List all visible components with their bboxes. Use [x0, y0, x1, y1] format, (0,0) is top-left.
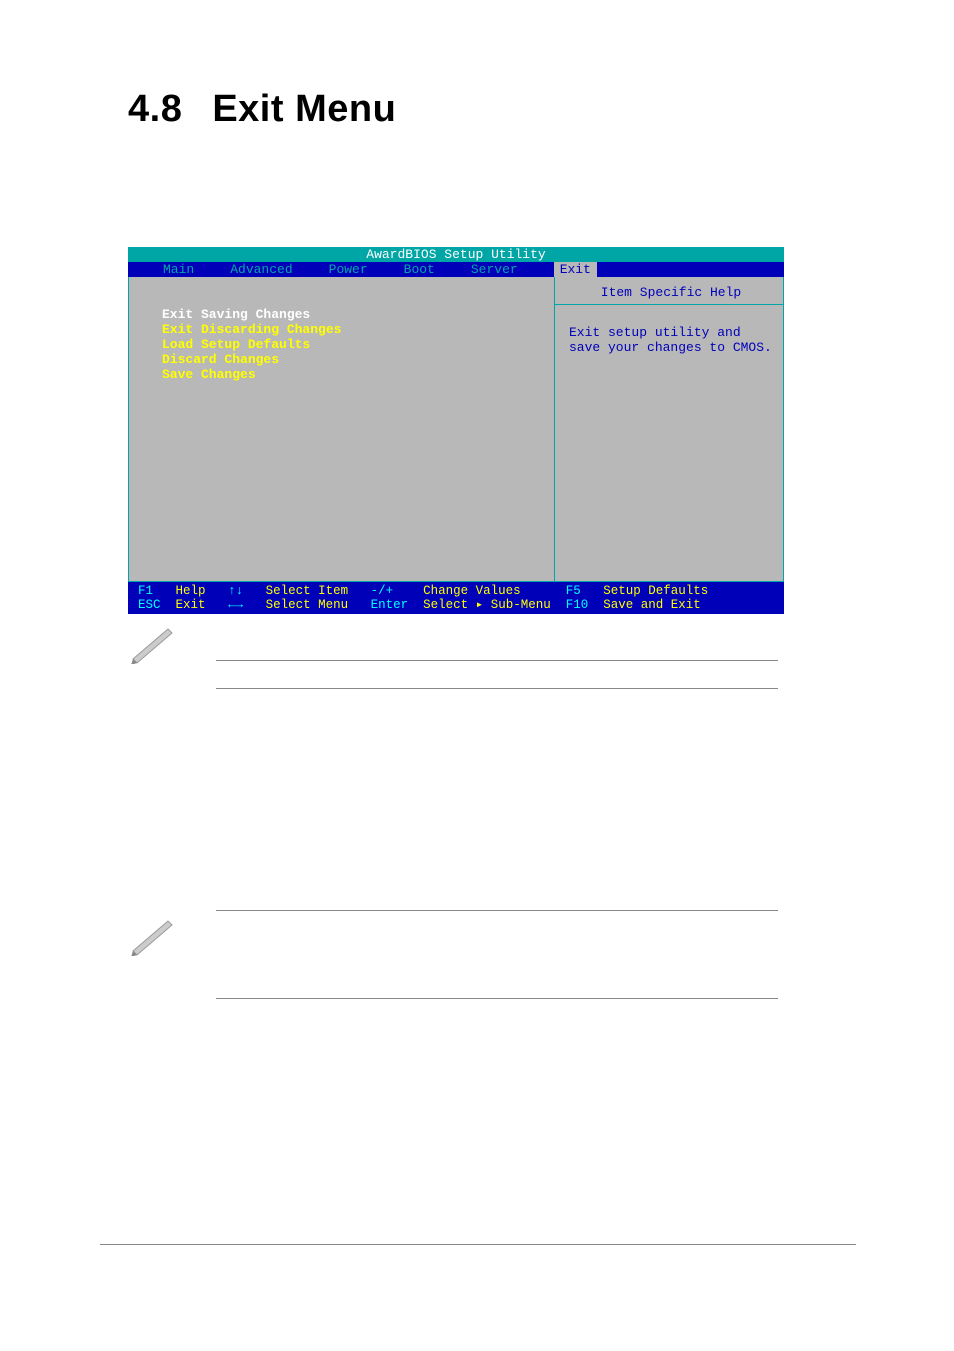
- bios-body: Exit Saving Changes Exit Discarding Chan…: [128, 277, 784, 582]
- tab-boot[interactable]: Boot: [404, 262, 435, 277]
- key-enter: Enter: [371, 598, 409, 612]
- tab-advanced[interactable]: Advanced: [230, 262, 292, 277]
- label-setup-defaults: Setup Defaults: [603, 584, 708, 598]
- menu-item-save-changes[interactable]: Save Changes: [162, 367, 554, 382]
- key-lr: ←→: [228, 598, 243, 612]
- label-select-menu: Select Menu: [266, 598, 349, 612]
- tab-exit[interactable]: Exit: [554, 262, 597, 277]
- pen-icon: [128, 624, 178, 664]
- key-pm: -/+: [371, 584, 394, 598]
- tab-power[interactable]: Power: [329, 262, 368, 277]
- label-help: Help: [176, 584, 206, 598]
- section-number: 4.8: [128, 88, 182, 130]
- bios-screenshot: AwardBIOS Setup Utility Main Advanced Po…: [128, 247, 784, 614]
- bios-title: AwardBIOS Setup Utility: [128, 247, 784, 262]
- section-heading: 4.8 Exit Menu: [128, 88, 396, 131]
- note-rule: [216, 688, 778, 689]
- note-rule: [216, 660, 778, 661]
- pen-icon: [128, 916, 178, 956]
- bios-menubar: Main Advanced Power Boot Server Exit: [128, 262, 784, 277]
- key-updn: ↑↓: [228, 584, 243, 598]
- bios-footer: F1 Help ↑↓ Select Item -/+ Change Values…: [128, 582, 784, 614]
- key-f5: F5: [566, 584, 581, 598]
- label-select-item: Select Item: [266, 584, 349, 598]
- menu-item-exit-saving[interactable]: Exit Saving Changes: [162, 307, 310, 322]
- note-rule: [216, 910, 778, 911]
- menu-item-exit-discarding[interactable]: Exit Discarding Changes: [162, 322, 554, 337]
- menu-item-discard-changes[interactable]: Discard Changes: [162, 352, 554, 367]
- key-f1: F1: [138, 584, 153, 598]
- label-exit: Exit: [176, 598, 206, 612]
- key-f10: F10: [566, 598, 589, 612]
- tab-main[interactable]: Main: [163, 262, 194, 277]
- bios-help-pane: Item Specific Help Exit setup utility an…: [555, 277, 784, 582]
- label-select-sub: Select ▸ Sub-Menu: [423, 598, 551, 612]
- help-text: Exit setup utility and save your changes…: [569, 325, 773, 355]
- key-esc: ESC: [138, 598, 161, 612]
- section-title-text: Exit Menu: [212, 88, 396, 130]
- bios-left-pane: Exit Saving Changes Exit Discarding Chan…: [128, 277, 555, 582]
- tab-server[interactable]: Server: [471, 262, 518, 277]
- help-divider: [555, 304, 783, 305]
- help-title: Item Specific Help: [569, 285, 773, 300]
- label-change-values: Change Values: [423, 584, 521, 598]
- page-footer-rule: [100, 1244, 856, 1245]
- note-rule: [216, 998, 778, 999]
- label-save-exit: Save and Exit: [603, 598, 701, 612]
- menu-item-load-defaults[interactable]: Load Setup Defaults: [162, 337, 554, 352]
